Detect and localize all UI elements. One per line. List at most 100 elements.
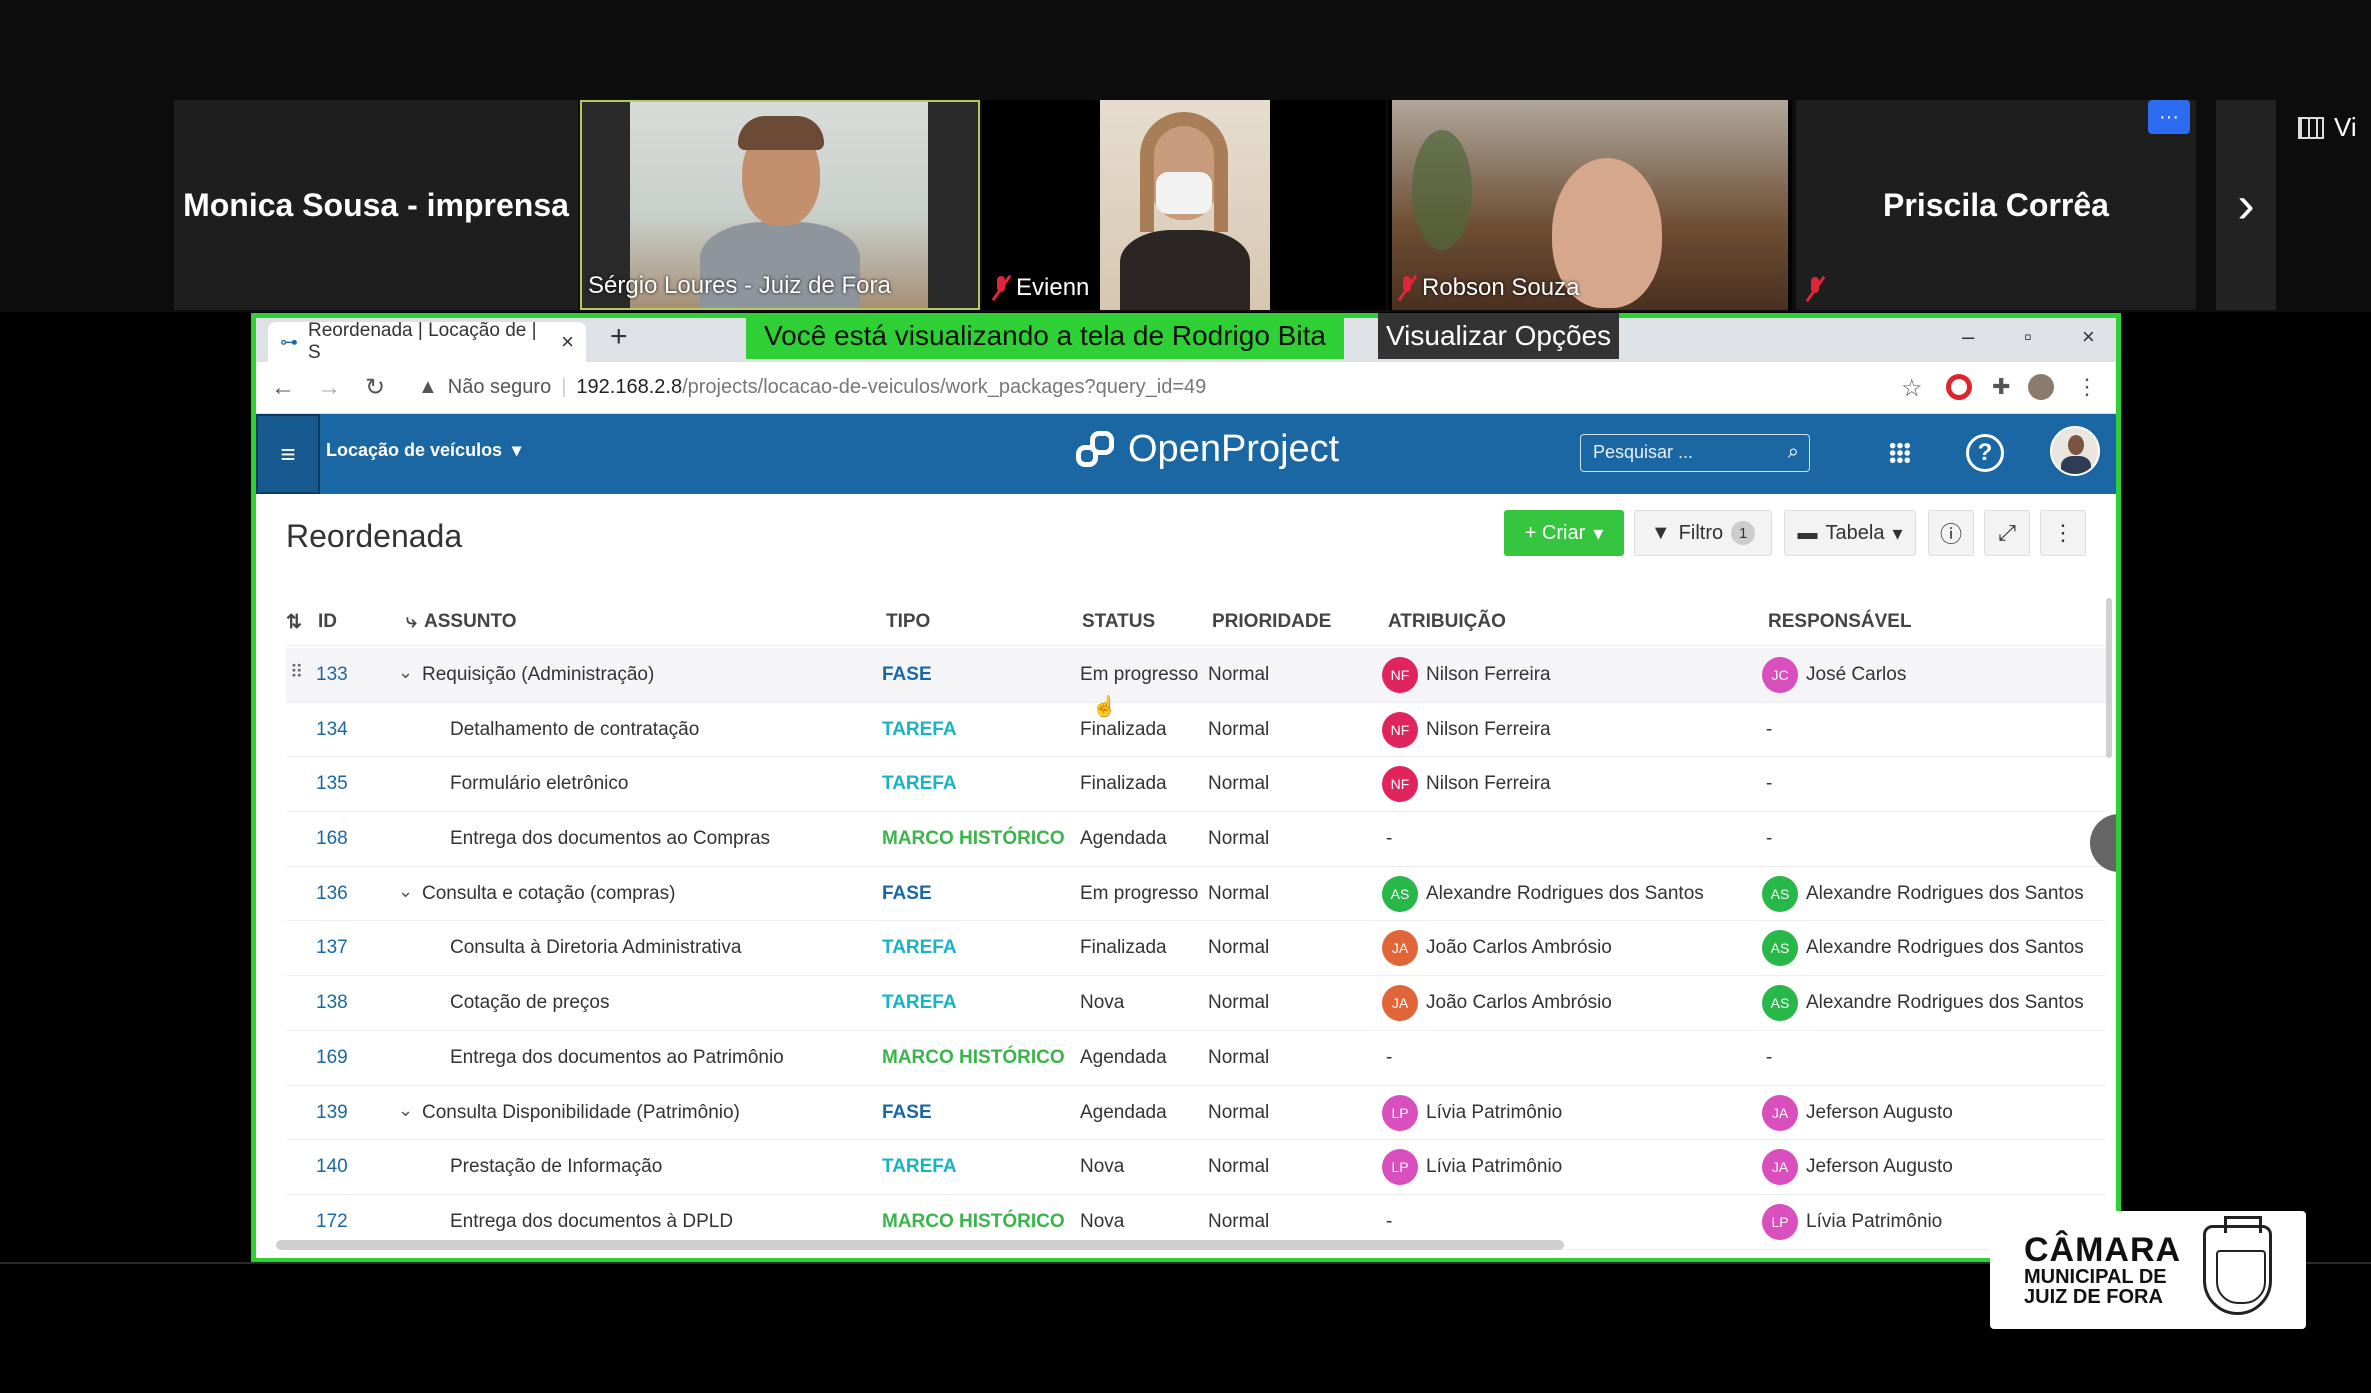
- row-assignee[interactable]: JA João Carlos Ambrósio: [1382, 985, 1612, 1022]
- filter-button[interactable]: ▼ Filtro 1: [1634, 510, 1772, 556]
- participant-tile-priscila[interactable]: Priscila Corrêa: [1796, 100, 2196, 310]
- row-id[interactable]: 138: [316, 992, 348, 1014]
- fullscreen-icon[interactable]: ⤢: [1984, 510, 2030, 556]
- collapse-chevron-icon[interactable]: ⌄: [398, 881, 413, 902]
- table-row[interactable]: 135 Formulário eletrônico TAREFA Finalizada…: [286, 757, 2106, 813]
- openproject-logo[interactable]: OpenProject: [1076, 428, 1339, 471]
- browser-menu-icon[interactable]: ⋮: [2076, 374, 2098, 400]
- drag-handle-icon[interactable]: ⠿: [290, 662, 303, 683]
- next-page-button[interactable]: ›: [2216, 100, 2276, 310]
- row-id[interactable]: 136: [316, 883, 348, 905]
- hierarchy-icon[interactable]: ⤷: [406, 611, 417, 633]
- row-status[interactable]: Finalizada: [1080, 937, 1167, 959]
- horizontal-scrollbar[interactable]: [276, 1240, 1564, 1250]
- row-responsible[interactable]: AS Alexandre Rodrigues dos Santos: [1762, 875, 2084, 912]
- project-selector[interactable]: Locação de veículos ▾: [326, 440, 521, 461]
- modules-grid-icon[interactable]: [1889, 442, 1911, 464]
- row-priority[interactable]: Normal: [1208, 1102, 1269, 1124]
- row-assignee[interactable]: LP Lívia Patrimônio: [1382, 1094, 1562, 1131]
- row-priority[interactable]: Normal: [1208, 992, 1269, 1014]
- row-assignee[interactable]: NF Nilson Ferreira: [1382, 711, 1551, 748]
- view-options-button[interactable]: Visualizar Opções: [1378, 313, 1620, 359]
- row-id[interactable]: 139: [316, 1102, 348, 1124]
- reload-icon[interactable]: ↻: [362, 373, 388, 402]
- collapse-chevron-icon[interactable]: ⌄: [398, 1100, 413, 1121]
- hamburger-menu-icon[interactable]: ≡: [256, 414, 320, 494]
- row-responsible[interactable]: JC José Carlos: [1762, 657, 1906, 693]
- row-assignee[interactable]: JA João Carlos Ambrósio: [1382, 930, 1612, 967]
- minimize-button[interactable]: –: [1962, 324, 1974, 350]
- row-id[interactable]: 172: [316, 1211, 348, 1233]
- row-type[interactable]: TAREFA: [882, 719, 957, 741]
- row-responsible[interactable]: LP Lívia Patrimônio: [1762, 1203, 1942, 1240]
- row-status[interactable]: Em progresso: [1080, 664, 1198, 686]
- row-type[interactable]: FASE: [882, 883, 932, 905]
- row-status[interactable]: Em progresso: [1080, 883, 1198, 905]
- row-subject[interactable]: Consulta à Diretoria Administrativa: [450, 937, 741, 959]
- row-id[interactable]: 135: [316, 773, 348, 795]
- participant-tile-robson[interactable]: Robson Souza: [1388, 100, 1792, 310]
- browser-tab[interactable]: ⊶ Reordenada | Locação de | S ×: [268, 320, 586, 363]
- row-status[interactable]: Agendada: [1080, 1102, 1167, 1124]
- row-status[interactable]: Nova: [1080, 1211, 1124, 1233]
- table-row[interactable]: 137 Consulta à Diretoria Administrativa TA…: [286, 921, 2106, 977]
- view-mode-dropdown[interactable]: ▬ Tabela ▾: [1784, 510, 1916, 556]
- close-tab-icon[interactable]: ×: [561, 329, 574, 355]
- more-options-button[interactable]: ···: [2148, 100, 2190, 134]
- table-row[interactable]: 138 Cotação de preços TAREFA Nova Normal JA Jo…: [286, 976, 2106, 1031]
- row-responsible[interactable]: JA Jeferson Augusto: [1762, 1149, 1953, 1186]
- row-subject[interactable]: Cotação de preços: [450, 992, 610, 1014]
- row-type[interactable]: TAREFA: [882, 992, 957, 1014]
- profile-avatar-icon[interactable]: [2028, 374, 2054, 400]
- table-row[interactable]: 136 ⌄ Consulta e cotação (compras) FASE Em p…: [286, 867, 2106, 922]
- row-priority[interactable]: Normal: [1208, 1047, 1269, 1069]
- back-icon[interactable]: ←: [270, 374, 296, 402]
- row-id[interactable]: 140: [316, 1156, 348, 1178]
- search-input[interactable]: Pesquisar ... ⌕: [1580, 434, 1810, 472]
- row-status[interactable]: Agendada: [1080, 828, 1167, 850]
- column-responsible[interactable]: RESPONSÁVEL: [1768, 611, 1912, 633]
- row-subject[interactable]: Entrega dos documentos à DPLD: [450, 1211, 733, 1233]
- opera-extension-icon[interactable]: [1946, 374, 1972, 400]
- view-button[interactable]: Vi: [2298, 112, 2357, 143]
- row-subject[interactable]: Detalhamento de contratação: [450, 719, 699, 741]
- row-type[interactable]: FASE: [882, 664, 932, 686]
- column-assignee[interactable]: ATRIBUIÇÃO: [1388, 611, 1506, 633]
- row-status[interactable]: Agendada: [1080, 1047, 1167, 1069]
- row-status[interactable]: Finalizada: [1080, 719, 1167, 741]
- row-priority[interactable]: Normal: [1208, 719, 1269, 741]
- row-responsible[interactable]: AS Alexandre Rodrigues dos Santos: [1762, 930, 2084, 967]
- row-assignee[interactable]: NF Nilson Ferreira: [1382, 657, 1551, 693]
- row-priority[interactable]: Normal: [1208, 664, 1269, 686]
- help-icon[interactable]: ?: [1966, 434, 2004, 472]
- user-avatar[interactable]: [2050, 426, 2100, 476]
- participant-tile-sergio[interactable]: Sérgio Loures - Juiz de Fora: [580, 100, 980, 310]
- column-id[interactable]: ID: [318, 611, 337, 633]
- row-assignee[interactable]: LP Lívia Patrimônio: [1382, 1149, 1562, 1186]
- row-responsible[interactable]: JA Jeferson Augusto: [1762, 1094, 1953, 1131]
- participant-tile-evienn[interactable]: Evienn: [982, 100, 1386, 310]
- row-subject[interactable]: Requisição (Administração): [422, 664, 654, 686]
- new-tab-button[interactable]: +: [610, 320, 628, 354]
- vertical-scrollbar[interactable]: [2106, 598, 2112, 758]
- row-priority[interactable]: Normal: [1208, 828, 1269, 850]
- row-type[interactable]: MARCO HISTÓRICO: [882, 1047, 1065, 1069]
- row-assignee[interactable]: AS Alexandre Rodrigues dos Santos: [1382, 875, 1704, 912]
- table-row[interactable]: 134 Detalhamento de contratação TAREFA Fina…: [286, 703, 2106, 758]
- search-icon[interactable]: ⌕: [1788, 441, 1799, 464]
- row-id[interactable]: 134: [316, 719, 348, 741]
- row-subject[interactable]: Consulta e cotação (compras): [422, 883, 675, 905]
- url-field[interactable]: ▲ Não seguro | 192.168.2.8/projects/loca…: [418, 376, 1206, 399]
- row-subject[interactable]: Prestação de Informação: [450, 1156, 662, 1178]
- details-info-icon[interactable]: ⓘ: [1928, 510, 1974, 556]
- table-row[interactable]: 140 Prestação de Informação TAREFA Nova Norm…: [286, 1140, 2106, 1195]
- participant-tile-monica[interactable]: Monica Sousa - imprensa: [174, 100, 578, 310]
- collapse-chevron-icon[interactable]: ⌄: [398, 662, 413, 683]
- table-row[interactable]: 169 Entrega dos documentos ao Patrimônio M…: [286, 1031, 2106, 1086]
- row-priority[interactable]: Normal: [1208, 937, 1269, 959]
- row-type[interactable]: MARCO HISTÓRICO: [882, 1211, 1065, 1233]
- row-id[interactable]: 137: [316, 937, 348, 959]
- row-id[interactable]: 169: [316, 1047, 348, 1069]
- table-row[interactable]: ⠿ 133 ⌄ Requisição (Administração) FASE Em pr…: [286, 648, 2106, 718]
- create-button[interactable]: + Criar ▾: [1504, 510, 1624, 556]
